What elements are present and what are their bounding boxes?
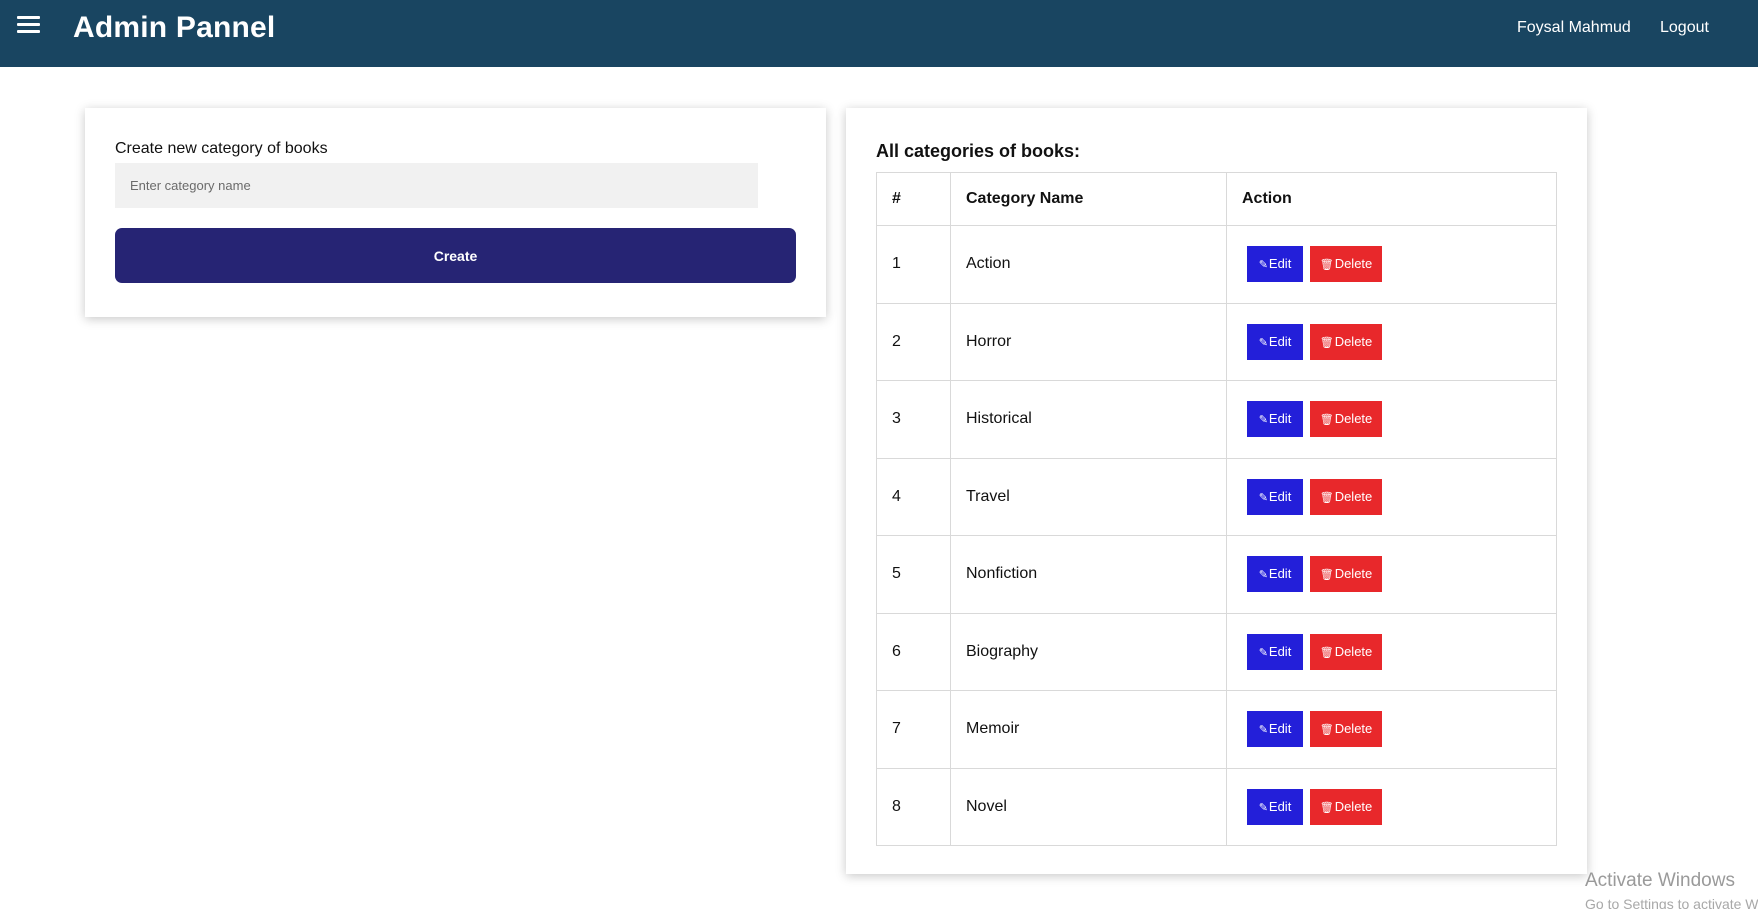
delete-button-label: Delete (1334, 488, 1373, 504)
table-row: 1 Action ✎Edit 🗑Delete (876, 225, 1557, 304)
edit-icon: ✎ (1258, 259, 1268, 272)
table-row: 6 Biography ✎Edit 🗑Delete (876, 612, 1557, 691)
column-header-number: # (876, 172, 951, 226)
delete-button[interactable]: 🗑Delete (1310, 401, 1382, 438)
trash-icon: 🗑 (1319, 491, 1334, 504)
categories-table: # Category Name Action 1 Action ✎Edit 🗑Dele… (876, 172, 1557, 846)
user-name: Foysal Mahmud (1517, 19, 1631, 36)
edit-icon: ✎ (1258, 336, 1268, 349)
trash-icon: 🗑 (1319, 414, 1334, 427)
trash-icon: 🗑 (1319, 646, 1334, 659)
category-name-input[interactable] (115, 163, 758, 208)
create-category-label: Create new category of books (115, 140, 328, 157)
table-row: 2 Horror ✎Edit 🗑Delete (876, 302, 1557, 381)
edit-icon: ✎ (1258, 724, 1268, 737)
row-actions: ✎Edit 🗑Delete (1226, 302, 1557, 381)
edit-button-label: Edit (1268, 488, 1292, 504)
edit-button-label: Edit (1268, 798, 1292, 814)
edit-button[interactable]: ✎Edit (1247, 711, 1303, 748)
row-number: 1 (876, 225, 951, 304)
delete-button-label: Delete (1334, 411, 1373, 427)
trash-icon: 🗑 (1319, 569, 1334, 582)
activate-windows-watermark: Activate Windows (1585, 870, 1735, 891)
row-category-name: Action (950, 225, 1227, 304)
hamburger-menu-icon[interactable] (17, 16, 40, 34)
row-number: 5 (876, 535, 951, 614)
categories-title: All categories of books: (876, 141, 1081, 161)
row-actions: ✎Edit 🗑Delete (1226, 767, 1557, 846)
edit-icon: ✎ (1258, 569, 1268, 582)
row-actions: ✎Edit 🗑Delete (1226, 380, 1557, 459)
row-actions: ✎Edit 🗑Delete (1226, 457, 1557, 536)
create-category-card: Create new category of books Create (85, 108, 826, 317)
trash-icon: 🗑 (1319, 259, 1334, 272)
delete-button-label: Delete (1334, 256, 1373, 272)
row-category-name: Biography (950, 612, 1227, 691)
delete-button[interactable]: 🗑Delete (1310, 478, 1382, 515)
table-row: 8 Novel ✎Edit 🗑Delete (876, 767, 1557, 846)
row-actions: ✎Edit 🗑Delete (1226, 612, 1557, 691)
categories-list-card: All categories of books: # Category Name… (846, 108, 1587, 874)
table-row: 4 Travel ✎Edit 🗑Delete (876, 457, 1557, 536)
edit-button-label: Edit (1268, 333, 1292, 349)
edit-button[interactable]: ✎Edit (1247, 556, 1303, 593)
delete-button[interactable]: 🗑Delete (1310, 633, 1382, 670)
edit-icon: ✎ (1258, 801, 1268, 814)
delete-button[interactable]: 🗑Delete (1310, 788, 1382, 825)
app-title: Admin Pannel (73, 11, 276, 44)
create-button[interactable]: Create (115, 228, 796, 283)
row-category-name: Memoir (950, 690, 1227, 769)
edit-button-label: Edit (1268, 721, 1292, 737)
edit-button[interactable]: ✎Edit (1247, 401, 1303, 438)
delete-button[interactable]: 🗑Delete (1310, 556, 1382, 593)
delete-button[interactable]: 🗑Delete (1310, 246, 1382, 283)
row-category-name: Travel (950, 457, 1227, 536)
edit-icon: ✎ (1258, 414, 1268, 427)
activate-windows-subtitle: Go to Settings to activate Windows. (1585, 896, 1758, 909)
row-category-name: Nonfiction (950, 535, 1227, 614)
delete-button-label: Delete (1334, 798, 1373, 814)
column-header-action: Action (1226, 172, 1557, 226)
row-number: 7 (876, 690, 951, 769)
edit-button[interactable]: ✎Edit (1247, 788, 1303, 825)
row-number: 6 (876, 612, 951, 691)
trash-icon: 🗑 (1319, 724, 1334, 737)
row-actions: ✎Edit 🗑Delete (1226, 225, 1557, 304)
delete-button-label: Delete (1334, 721, 1373, 737)
edit-icon: ✎ (1258, 491, 1268, 504)
top-navbar: Admin Pannel Foysal Mahmud Logout (0, 0, 1758, 67)
table-row: 3 Historical ✎Edit 🗑Delete (876, 380, 1557, 459)
edit-button-label: Edit (1268, 566, 1292, 582)
table-header-row: # Category Name Action (876, 172, 1557, 226)
column-header-category-name: Category Name (950, 172, 1227, 226)
delete-button-label: Delete (1334, 643, 1373, 659)
trash-icon: 🗑 (1319, 336, 1334, 349)
row-actions: ✎Edit 🗑Delete (1226, 535, 1557, 614)
row-number: 8 (876, 767, 951, 846)
logout-link[interactable]: Logout (1660, 18, 1709, 38)
row-category-name: Historical (950, 380, 1227, 459)
table-row: 7 Memoir ✎Edit 🗑Delete (876, 690, 1557, 769)
edit-button[interactable]: ✎Edit (1247, 323, 1303, 360)
delete-button[interactable]: 🗑Delete (1310, 323, 1382, 360)
row-actions: ✎Edit 🗑Delete (1226, 690, 1557, 769)
delete-button-label: Delete (1334, 333, 1373, 349)
edit-button[interactable]: ✎Edit (1247, 633, 1303, 670)
row-number: 2 (876, 302, 951, 381)
edit-button-label: Edit (1268, 256, 1292, 272)
edit-button[interactable]: ✎Edit (1247, 246, 1303, 283)
row-number: 3 (876, 380, 951, 459)
row-category-name: Horror (950, 302, 1227, 381)
edit-button-label: Edit (1268, 411, 1292, 427)
delete-button[interactable]: 🗑Delete (1310, 711, 1382, 748)
table-row: 5 Nonfiction ✎Edit 🗑Delete (876, 535, 1557, 614)
trash-icon: 🗑 (1319, 801, 1334, 814)
edit-button-label: Edit (1268, 643, 1292, 659)
edit-icon: ✎ (1258, 646, 1268, 659)
delete-button-label: Delete (1334, 566, 1373, 582)
row-category-name: Novel (950, 767, 1227, 846)
row-number: 4 (876, 457, 951, 536)
edit-button[interactable]: ✎Edit (1247, 478, 1303, 515)
